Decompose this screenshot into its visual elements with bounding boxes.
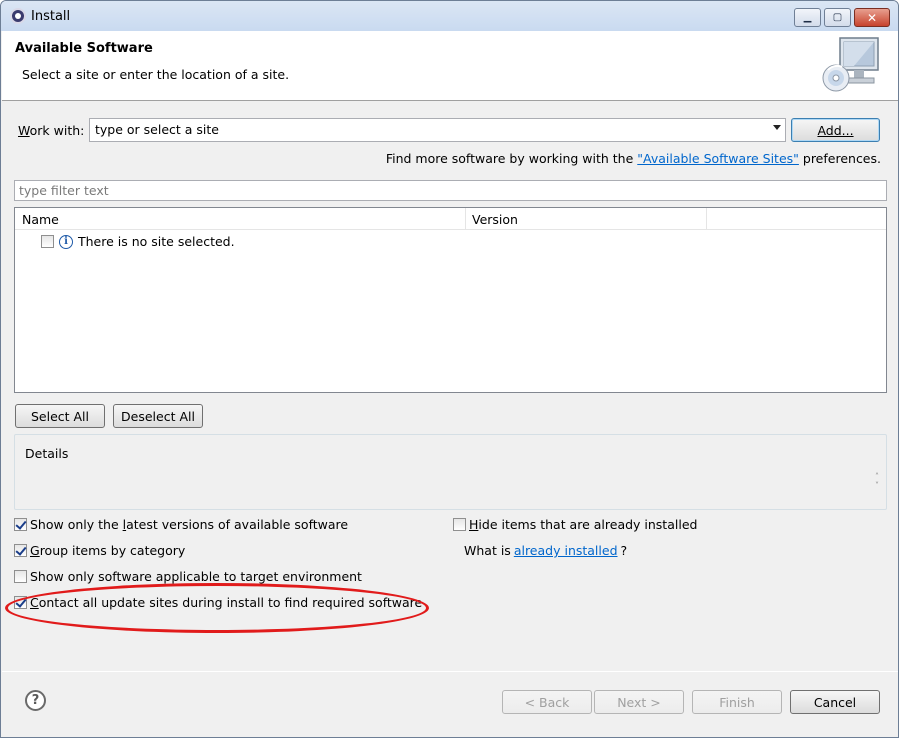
row-name: There is no site selected.: [78, 234, 235, 249]
show-applicable-label: Show only software applicable to target …: [30, 569, 362, 584]
group-by-category-label: Group items by category: [30, 543, 186, 558]
add-site-button[interactable]: Add...: [791, 118, 880, 142]
footer-separator: [2, 671, 898, 672]
what-is-installed-text: What is already installed?: [464, 543, 627, 558]
select-all-button[interactable]: Select All: [15, 404, 105, 428]
maximize-button[interactable]: ▢: [824, 8, 851, 27]
group-by-category-checkbox[interactable]: [14, 544, 27, 557]
header-banner: Available Software Select a site or ente…: [2, 31, 898, 101]
page-title: Available Software: [15, 41, 153, 56]
cancel-button[interactable]: Cancel: [790, 690, 880, 714]
available-software-sites-link[interactable]: "Available Software Sites": [637, 151, 799, 166]
work-with-label: Work with:: [18, 123, 84, 138]
help-icon[interactable]: ?: [25, 690, 46, 711]
show-latest-option[interactable]: Show only the latest versions of availab…: [14, 517, 348, 532]
deselect-all-button[interactable]: Deselect All: [113, 404, 203, 428]
window-title: Install: [31, 9, 71, 24]
filter-input[interactable]: type filter text: [14, 180, 887, 201]
show-applicable-checkbox[interactable]: [14, 570, 27, 583]
what-is-suffix: ?: [620, 543, 628, 558]
work-with-mnemonic: W: [18, 123, 30, 138]
find-more-prefix: Find more software by working with the: [385, 151, 638, 166]
hide-installed-checkbox[interactable]: [453, 518, 466, 531]
details-label: Details: [23, 446, 71, 461]
details-group: Details ˄ ˅: [14, 434, 887, 510]
work-with-value: type or select a site: [95, 122, 219, 137]
install-wizard-icon: [822, 37, 879, 92]
work-with-combo[interactable]: type or select a site: [89, 118, 786, 142]
scroll-down-icon[interactable]: ˅: [873, 481, 881, 490]
find-more-text: Find more software by working with the "…: [386, 151, 881, 166]
add-site-label: Add...: [817, 122, 854, 138]
close-button[interactable]: ✕: [854, 8, 890, 27]
info-icon: i: [59, 234, 73, 249]
chevron-down-icon[interactable]: [773, 125, 781, 130]
find-more-suffix: preferences.: [798, 151, 881, 166]
column-header-name[interactable]: Name: [22, 212, 59, 227]
show-latest-checkbox[interactable]: [14, 518, 27, 531]
table-header: Name Version: [15, 208, 886, 230]
contact-all-sites-option[interactable]: Contact all update sites during install …: [14, 595, 422, 610]
eclipse-icon: [10, 8, 26, 24]
column-header-version[interactable]: Version: [472, 212, 518, 227]
show-latest-label: Show only the latest versions of availab…: [30, 517, 349, 532]
work-with-label-text: ork with:: [29, 123, 85, 138]
hide-installed-label: Hide items that are already installed: [469, 517, 698, 532]
details-scrollbar[interactable]: ˄ ˅: [873, 472, 881, 492]
next-button[interactable]: Next >: [594, 690, 684, 714]
finish-button[interactable]: Finish: [692, 690, 782, 714]
table-row[interactable]: i There is no site selected.: [41, 234, 235, 249]
what-is-prefix: What is: [464, 543, 511, 558]
already-installed-link[interactable]: already installed: [514, 543, 618, 558]
contact-all-sites-checkbox[interactable]: [14, 596, 27, 609]
page-description: Select a site or enter the location of a…: [22, 67, 290, 82]
install-dialog: Install ▁ ▢ ✕ Available Software Select …: [0, 0, 899, 738]
scroll-up-icon[interactable]: ˄: [873, 472, 881, 481]
column-divider[interactable]: [706, 208, 707, 230]
title-bar: Install ▁ ▢ ✕: [1, 1, 898, 31]
hide-installed-option[interactable]: Hide items that are already installed: [453, 517, 697, 532]
software-table: Name Version i There is no site selected…: [14, 207, 887, 393]
column-divider[interactable]: [465, 208, 466, 230]
group-by-category-option[interactable]: Group items by category: [14, 543, 185, 558]
show-applicable-option[interactable]: Show only software applicable to target …: [14, 569, 362, 584]
row-checkbox[interactable]: [41, 235, 54, 248]
contact-all-sites-label: Contact all update sites during install …: [30, 595, 423, 610]
minimize-button[interactable]: ▁: [794, 8, 821, 27]
back-button[interactable]: < Back: [502, 690, 592, 714]
